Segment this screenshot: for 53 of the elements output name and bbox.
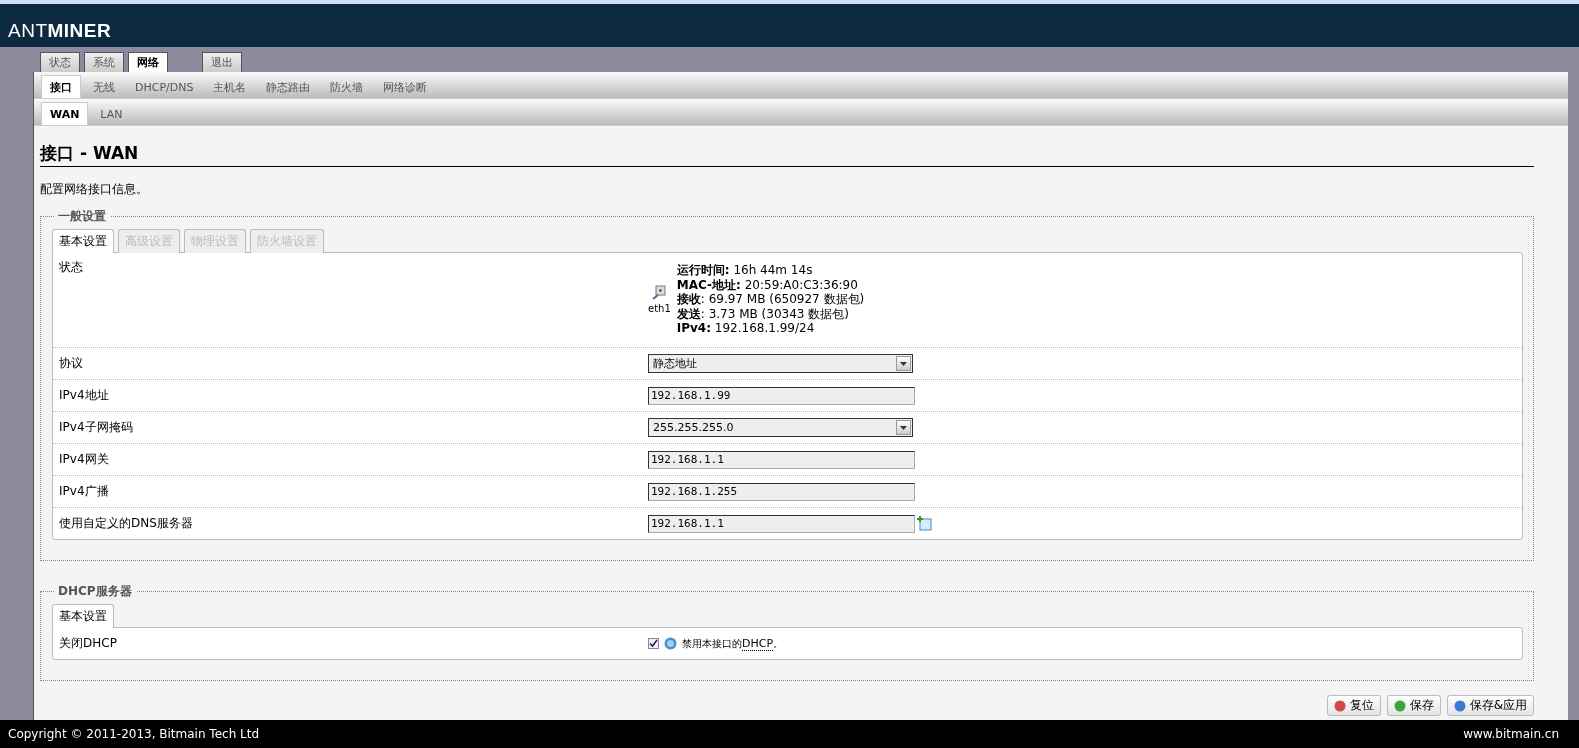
page-description: 配置网络接口信息。 — [40, 181, 149, 198]
input-field[interactable]: 192.168.1.1 — [648, 450, 915, 469]
section-legend: DHCP服务器 — [54, 583, 136, 600]
caret-icon — [900, 361, 907, 366]
logo: ANTMINER — [8, 19, 112, 42]
hint-text: 禁用本接口的DHCP。 — [682, 636, 784, 651]
website-link[interactable]: www.bitmain.cn — [1463, 727, 1559, 741]
dhcp-abbreviation[interactable]: DHCP — [742, 636, 774, 651]
status-line: 发送: 3.73 MB (30343 数据包) — [676, 306, 850, 321]
status-line: MAC-地址: 20:59:A0:C3:36:90 — [676, 277, 859, 292]
save-button[interactable]: 保存 — [1386, 695, 1441, 716]
page-title: 接口 - WAN — [40, 142, 1534, 167]
logout-tab[interactable]: 退出 — [202, 52, 242, 72]
field-label: 协议 — [59, 355, 84, 372]
section-tab[interactable]: 基本设置 — [52, 604, 114, 628]
add-entry-icon[interactable] — [917, 516, 932, 531]
field-label: IPv4子网掩码 — [59, 419, 134, 436]
reset-button[interactable]: 复位 — [1326, 695, 1381, 716]
caret-icon — [900, 425, 907, 430]
field-label: IPv4广播 — [59, 483, 110, 500]
field-label: 关闭DHCP — [59, 635, 118, 652]
menu-tab[interactable]: 状态 — [40, 52, 80, 72]
network-port-icon — [651, 284, 668, 301]
dropdown[interactable]: 255.255.255.0 — [648, 418, 913, 437]
submenu-tab[interactable]: 静态路由 — [258, 76, 319, 98]
submenu-tab[interactable]: DHCP/DNS — [127, 76, 202, 98]
field-label: IPv4网关 — [59, 451, 110, 468]
menu-tab[interactable]: 系统 — [84, 52, 124, 72]
field-label: IPv4地址 — [59, 387, 110, 404]
device-name: eth1 — [648, 302, 671, 314]
field-label: 使用自定义的DNS服务器 — [59, 515, 194, 532]
menu-tab[interactable]: 网络 — [128, 52, 168, 72]
input-field[interactable]: 192.168.1.99 — [648, 386, 915, 405]
status-line: 运行时间: 16h 44m 14s — [676, 263, 814, 278]
submenu-tab[interactable]: 无线 — [85, 76, 123, 98]
input-field[interactable]: 192.168.1.255 — [648, 482, 915, 501]
status-line: 接收: 69.97 MB (650927 数据包) — [676, 292, 865, 307]
apply-button[interactable]: 保存&应用 — [1446, 695, 1534, 716]
submenu-tab[interactable]: 防火墙 — [322, 76, 372, 98]
section-legend: 一般设置 — [54, 208, 110, 225]
submenu-tab[interactable]: 接口 — [41, 75, 81, 98]
help-icon[interactable] — [664, 637, 677, 650]
status-line: IPv4: 192.168.1.99/24 — [676, 321, 816, 336]
submenu-tab[interactable]: 网络诊断 — [375, 76, 436, 98]
interface-tab[interactable]: WAN — [41, 102, 89, 125]
interface-tab[interactable]: LAN — [92, 103, 131, 125]
section-tab[interactable]: 基本设置 — [52, 229, 114, 253]
field-label: 状态 — [59, 259, 84, 276]
checkbox[interactable] — [648, 638, 659, 649]
dropdown[interactable]: 静态地址 — [648, 354, 913, 373]
input-field[interactable]: 192.168.1.1 — [648, 514, 915, 533]
copyright-text: Copyright © 2011-2013, Bitmain Tech Ltd — [8, 727, 260, 741]
submenu-tab[interactable]: 主机名 — [205, 76, 255, 98]
